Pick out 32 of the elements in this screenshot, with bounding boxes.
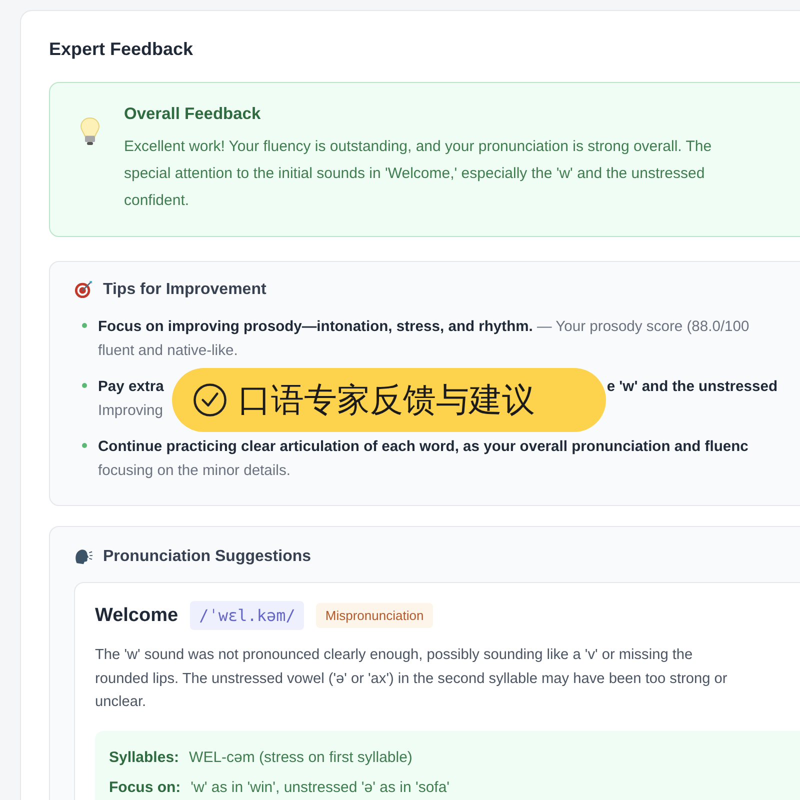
- ipa-tag: /ˈwɛl.kəm/: [190, 601, 304, 630]
- bullet-icon: [82, 323, 87, 328]
- tip-text: Continue practicing clear articulation of each word, as your overall pronunciation and fluenc: [98, 439, 748, 455]
- caption-text: 口语专家反馈与建议: [238, 378, 535, 420]
- tip-text: Improving: [98, 403, 163, 419]
- check-circle-icon: [192, 382, 228, 418]
- target-icon: [74, 280, 93, 299]
- section-title: Pronunciation Suggestions: [103, 548, 312, 566]
- bullet-icon: [82, 383, 87, 388]
- bullet-icon: [82, 443, 87, 448]
- description-text: The 'w' sound was not pronounced clearly enough, possibly sounding like a 'v' or missing the: [95, 646, 694, 665]
- tip-text: focusing on the minor details.: [98, 463, 290, 479]
- description-text: rounded lips. The unstressed vowel ('ə' or 'ax') in the second syllable may have been too strong or: [95, 670, 728, 688]
- description-text: unclear.: [95, 693, 148, 712]
- word-title: Welcome: [95, 604, 178, 626]
- detail-label: Focus on:: [109, 778, 181, 798]
- tip-text: Pay extra: [98, 378, 164, 397]
- error-type-tag: Mispronunciation: [316, 603, 433, 628]
- detail-value: WEL-cəm (stress on first syllable): [189, 748, 412, 768]
- feedback-text: special attention to the initial sounds in 'Welcome,' especially the 'w' and the unstressed: [124, 164, 706, 184]
- tip-text: fluent and native-like.: [98, 343, 238, 359]
- speaking-head-icon: [74, 547, 93, 566]
- tip-text: — Your prosody score (88.0/100: [536, 319, 750, 335]
- overall-feedback-title: Overall Feedback: [124, 105, 262, 124]
- feedback-text: Excellent work! Your fluency is outstanding, and your pronunciation is strong overall. The: [124, 137, 712, 157]
- detail-label: Syllables:: [109, 748, 180, 768]
- tip-text: Focus on improving prosody—intonation, stress, and rhythm.: [98, 318, 533, 337]
- section-title: Tips for Improvement: [103, 280, 266, 298]
- tip-text: e 'w' and the unstressed: [606, 379, 778, 395]
- panel-title: Expert Feedback: [49, 39, 194, 60]
- feedback-text: confident.: [124, 191, 190, 211]
- detail-value: 'w' as in 'win', unstressed 'ə' as in 'sofa': [190, 778, 450, 798]
